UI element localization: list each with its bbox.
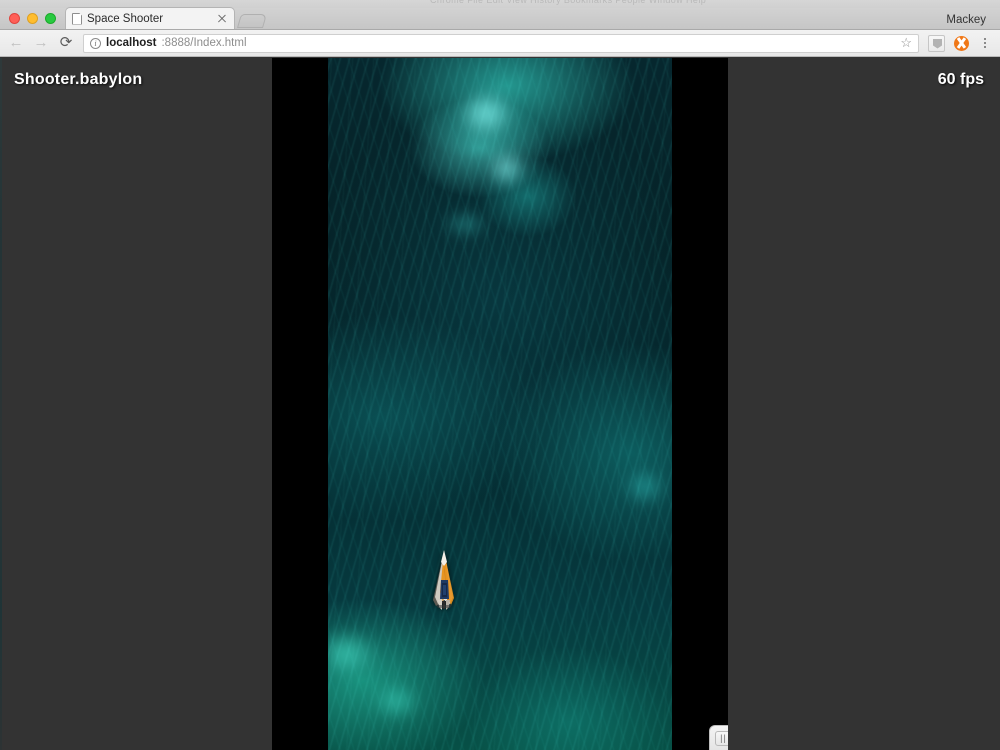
os-menu-bar-items: Chrome File Edit View History Bookmarks … <box>430 0 707 5</box>
profile-name[interactable]: Mackey <box>946 14 986 26</box>
site-info-icon[interactable]: i <box>90 37 101 49</box>
reload-glyph: ⟳ <box>59 34 73 51</box>
back-icon[interactable]: ← <box>8 35 24 51</box>
back-arrow-glyph: ← <box>8 34 24 51</box>
address-bar[interactable]: i localhost :8888/Index.html ☆ <box>83 33 919 53</box>
tab-space-shooter[interactable]: Space Shooter <box>65 7 235 29</box>
control-panel[interactable]: || Control Panel >> <box>709 725 728 750</box>
bookmark-star-icon[interactable]: ☆ <box>900 35 912 51</box>
extension-orange-icon[interactable] <box>954 35 969 51</box>
extension-icon[interactable] <box>928 34 945 52</box>
game-title-label: Shooter.babylon <box>14 71 143 88</box>
url-path: :8888/Index.html <box>161 37 247 49</box>
fps-counter: 60 fps <box>937 71 984 88</box>
page-left-edge-strip <box>0 58 2 750</box>
browser-window: Chrome File Edit View History Bookmarks … <box>0 0 1000 750</box>
reload-icon[interactable]: ⟳ <box>58 35 74 51</box>
page-viewport: Shooter.babylon 60 fps || <box>0 58 1000 750</box>
close-icon[interactable] <box>216 13 228 25</box>
pause-button[interactable]: || <box>715 730 728 746</box>
window-minimize-icon[interactable] <box>27 13 38 24</box>
tab-title: Space Shooter <box>87 12 164 25</box>
browser-toolbar: ← → ⟳ i localhost :8888/Index.html ☆ <box>0 30 1000 57</box>
document-icon <box>72 13 82 25</box>
game-canvas[interactable]: || Control Panel >> <box>272 58 728 750</box>
url-host: localhost <box>106 37 157 49</box>
window-close-icon[interactable] <box>9 13 20 24</box>
forward-arrow-glyph: → <box>33 34 49 51</box>
window-traffic-lights <box>0 13 65 29</box>
browser-menu-icon[interactable] <box>978 36 992 50</box>
player-spaceship <box>433 550 454 610</box>
forward-icon[interactable]: → <box>33 35 49 51</box>
nebula-backdrop <box>328 58 672 750</box>
window-maximize-icon[interactable] <box>45 13 56 24</box>
browser-tab-strip: Space Shooter Mackey <box>0 7 1000 30</box>
new-tab-button[interactable] <box>236 14 268 28</box>
